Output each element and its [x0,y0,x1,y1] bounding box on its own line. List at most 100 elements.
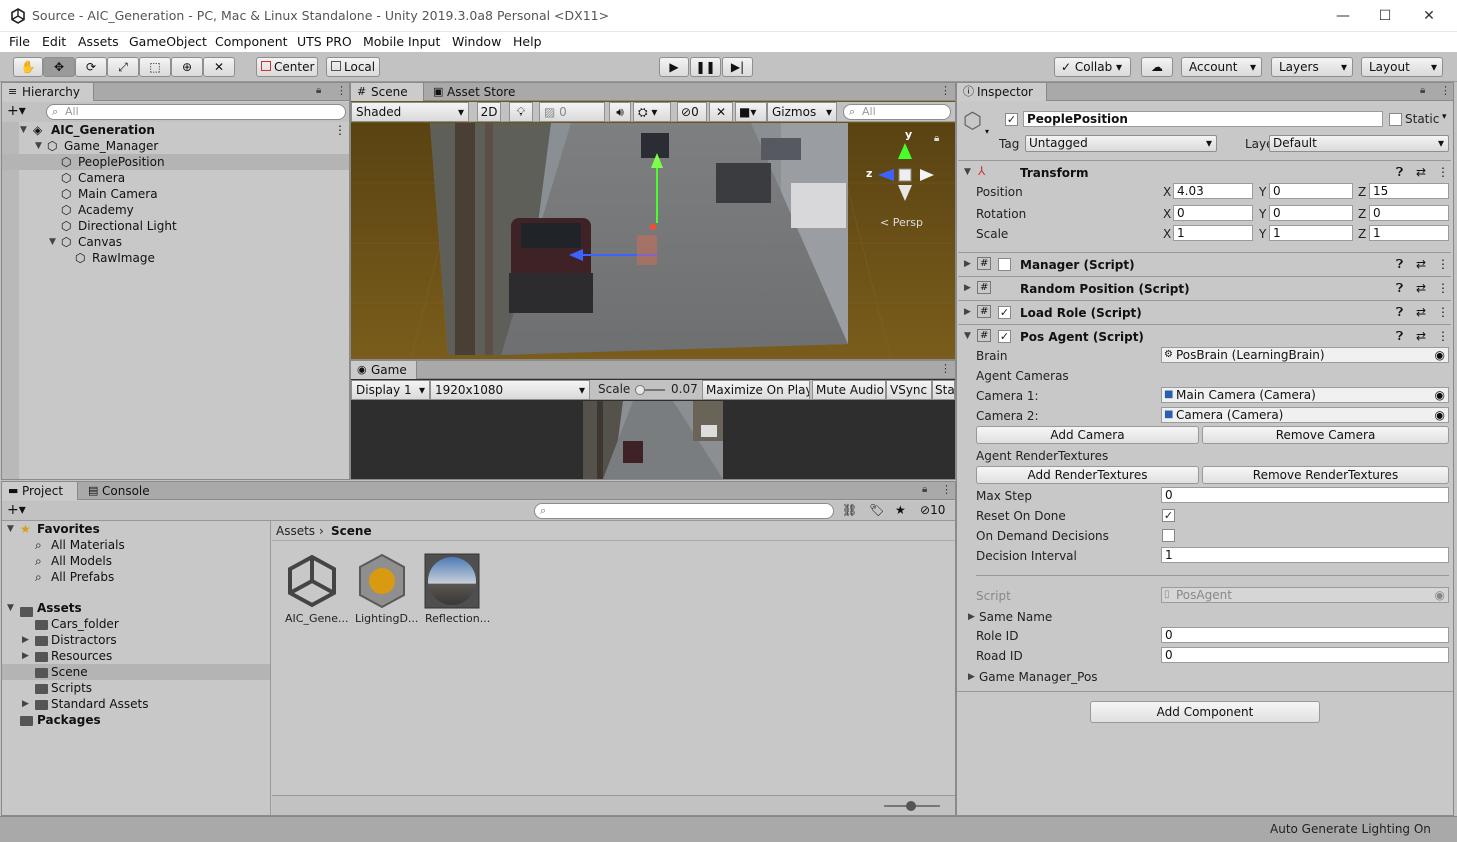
tab-console[interactable]: ▤ Console [82,482,162,500]
hand-tool-button[interactable]: ✋ [13,57,43,77]
static-checkbox[interactable] [1389,113,1402,126]
menu-mobile-input[interactable]: Mobile Input [363,34,440,49]
enabled-checkbox[interactable]: ✓ [998,330,1011,343]
collapse-arrow-icon[interactable]: ▶ [968,672,975,682]
menu-dots-icon[interactable]: ⋮ [1437,305,1449,319]
tab-asset-store[interactable]: ▣ Asset Store [427,83,523,101]
role-id-input[interactable]: 0 [1161,627,1449,643]
pivot-center-button[interactable]: Center [256,57,318,77]
help-icon[interactable]: ❓︎ [1396,257,1403,272]
chevron-down-icon[interactable]: ▾ [985,127,989,136]
menu-dots-icon[interactable]: ⋮ [1440,84,1451,97]
collapse-arrow-icon[interactable]: ▶ [968,612,975,622]
maximize-on-play-toggle[interactable]: Maximize On Play [702,380,810,400]
rotation-x-input[interactable]: 0 [1173,205,1253,221]
pause-button[interactable]: ❚❚ [690,57,721,77]
hierarchy-item[interactable]: ⬡ Academy [2,202,349,218]
add-component-button[interactable]: Add Component [1090,701,1320,723]
tab-inspector[interactable]: ⓘ Inspector [957,83,1047,101]
hierarchy-item[interactable]: ⬡ Camera [2,170,349,186]
hidden-objects-toggle[interactable]: ⊘0 [677,102,707,122]
rotate-tool-button[interactable]: ⟳ [75,57,107,77]
decision-interval-input[interactable]: 1 [1161,547,1449,563]
preset-icon[interactable]: ⇄ [1416,165,1426,179]
enabled-checkbox[interactable] [998,258,1011,271]
menu-component[interactable]: Component [215,34,288,49]
gizmos-dropdown[interactable]: Gizmos ▾ [767,102,837,122]
favorite-item[interactable]: ⌕ All Prefabs [2,569,270,585]
filter-type-icon[interactable]: ⛓ [842,503,857,517]
random-position-header[interactable]: ▶ # Random Position (Script) ❓︎ ⇄ ⋮ [958,276,1451,300]
position-z-input[interactable]: 15 [1369,183,1449,199]
menu-dots-icon[interactable]: ⋮ [334,122,346,138]
transform-tool-button[interactable]: ⊕ [171,57,203,77]
max-step-input[interactable]: 0 [1161,487,1449,503]
rotation-z-input[interactable]: 0 [1369,205,1449,221]
hierarchy-item[interactable]: ▼ ⬡ Canvas [2,234,349,250]
remove-camera-button[interactable]: Remove Camera [1202,426,1449,444]
lock-icon[interactable]: 🔒︎ [1420,85,1425,96]
menu-uts-pro[interactable]: UTS PRO [297,34,352,49]
folder-item[interactable]: ▶ Resources [2,648,270,664]
folder-item-selected[interactable]: Scene [2,664,270,680]
step-button[interactable]: ▶| [722,57,753,77]
rotation-y-input[interactable]: 0 [1269,205,1353,221]
cloud-button[interactable]: ☁ [1141,57,1173,77]
same-name-foldout[interactable]: Same Name [979,610,1052,624]
slider-thumb[interactable] [906,801,916,811]
rect-tool-button[interactable]: ⬚ [139,57,171,77]
layers-dropdown[interactable]: Layers ▾ [1271,57,1353,77]
menu-edit[interactable]: Edit [42,34,66,49]
fx-dropdown[interactable]: ⛭ ▾ [633,102,671,122]
object-picker-icon[interactable]: ◉ [1435,408,1445,422]
hierarchy-item-selected[interactable]: ⬡ PeoplePosition [2,154,349,170]
play-button[interactable]: ▶ [659,57,689,77]
filter-label-icon[interactable]: 🏷︎ [869,503,884,517]
move-tool-button[interactable]: ✥ [43,57,75,77]
scene-search-input[interactable]: ⌕ All [843,104,951,120]
help-icon[interactable]: ❓︎ [1396,281,1403,296]
game-manager-pos-foldout[interactable]: Game Manager_Pos [979,670,1098,684]
favorite-item[interactable]: ⌕ All Materials [2,537,270,553]
project-search-input[interactable]: ⌕ [534,503,834,519]
camera2-field[interactable]: ■ Camera (Camera) ◉ [1161,407,1449,423]
menu-dots-icon[interactable]: ⋮ [1437,281,1449,295]
star-icon[interactable]: ★ [895,503,906,517]
lock-icon[interactable]: 🔒︎ [922,484,927,495]
object-name-input[interactable]: PeoplePosition [1023,111,1383,127]
hierarchy-item[interactable]: ⬡ Directional Light [2,218,349,234]
lighting-toggle[interactable]: 💡︎ [509,102,533,122]
hierarchy-item[interactable]: ⬡ RawImage [2,250,349,266]
road-id-input[interactable]: 0 [1161,647,1449,663]
2d-toggle[interactable]: 2D [477,102,501,122]
enabled-checkbox[interactable]: ✓ [998,306,1011,319]
menu-dots-icon[interactable]: ⋮ [1437,257,1449,271]
menu-dots-icon[interactable]: ⋮ [1437,165,1449,179]
custom-tool-button[interactable]: ✕ [203,57,235,77]
create-button[interactable]: +▾ [7,502,26,518]
reset-on-done-checkbox[interactable]: ✓ [1162,509,1175,522]
assets-header[interactable]: ▼ Assets [2,600,270,617]
folder-item[interactable]: Scripts [2,680,270,696]
hidden-packages-toggle[interactable]: ⊘10 [920,503,945,517]
remove-rendertextures-button[interactable]: Remove RenderTextures [1202,466,1449,484]
vsync-toggle[interactable]: VSync [886,380,932,400]
tab-hierarchy[interactable]: ≡ Hierarchy [2,83,94,101]
transform-header[interactable]: ▼ ⅄ Transform ❓︎ ⇄ ⋮ [958,160,1451,184]
folder-item[interactable]: ▶ Distractors [2,632,270,648]
tools-toggle[interactable]: ✕ [709,102,733,122]
pivot-local-button[interactable]: Local [326,57,380,77]
tab-game[interactable]: ◉ Game [351,361,417,379]
tab-scene[interactable]: # Scene [351,83,424,101]
manager-header[interactable]: ▶ # Manager (Script) ❓︎ ⇄ ⋮ [958,252,1451,276]
active-checkbox[interactable]: ✓ [1005,113,1018,126]
asset-item[interactable]: AIC_Gene... [284,553,348,633]
asset-item[interactable]: LightingD... [354,553,418,633]
menu-dots-icon[interactable]: ⋮ [336,84,347,97]
menu-dots-icon[interactable]: ⋮ [940,362,951,375]
packages-header[interactable]: Packages [2,712,270,728]
add-camera-button[interactable]: Add Camera [976,426,1199,444]
preset-icon[interactable]: ⇄ [1416,329,1426,343]
gameobject-cube-icon[interactable]: ⬡ [963,109,982,134]
object-picker-icon[interactable]: ◉ [1435,348,1445,362]
